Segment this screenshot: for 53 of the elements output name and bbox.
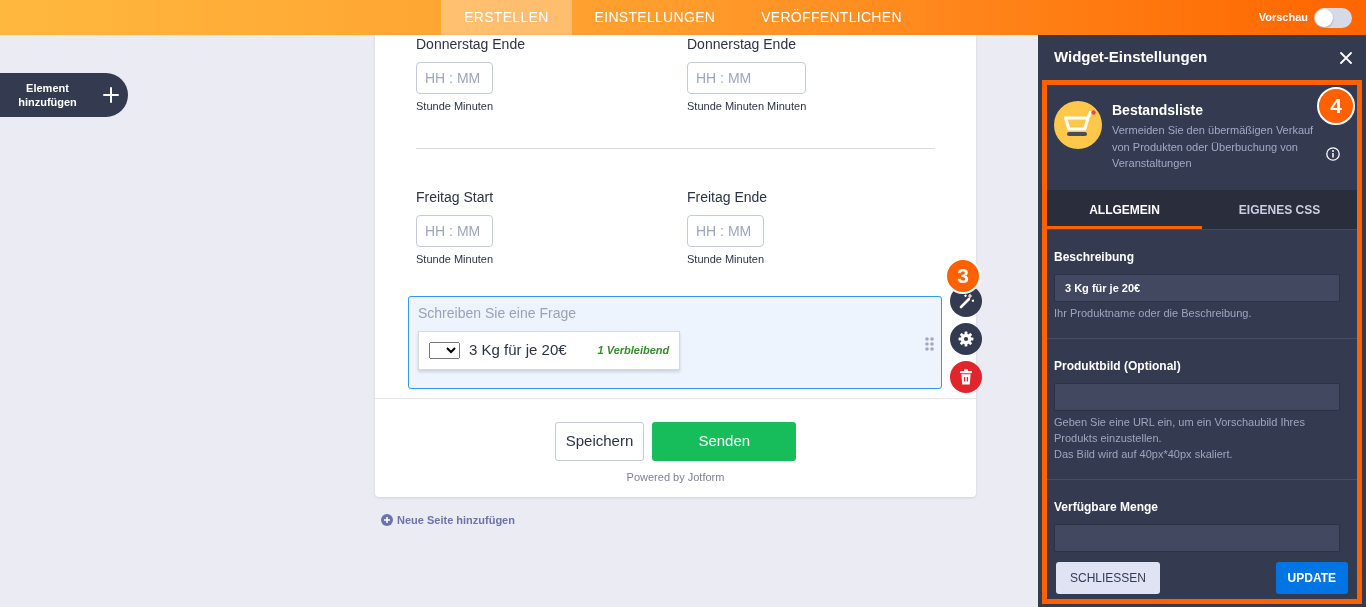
plus-circle-icon: [381, 514, 393, 526]
setting-label: Verfügbare Menge: [1054, 500, 1160, 514]
cart-icon: [1054, 101, 1102, 149]
question-block[interactable]: Schreiben Sie eine Frage 3 Kg für je 20€ 1 Verbleibend: [408, 296, 942, 389]
panel-tab[interactable]: EIGENES CSS: [1202, 190, 1357, 229]
add-page-link[interactable]: Neue Seite hinzufügen: [381, 513, 515, 527]
wand-icon: [958, 293, 974, 309]
preview-toggle[interactable]: [1314, 7, 1352, 28]
field-label: Freitag Ende: [687, 189, 769, 205]
field-sublabel: Stunde Minuten: [687, 253, 765, 266]
setting-input[interactable]: [1054, 383, 1340, 411]
panel-tab[interactable]: ALLGEMEIN: [1047, 190, 1202, 229]
time-input[interactable]: HH : MM: [416, 215, 494, 247]
close-panel-button[interactable]: SCHLIESSEN: [1056, 562, 1161, 594]
time-input[interactable]: HH : MM: [416, 62, 494, 94]
setting-label: Produktbild (Optional): [1054, 359, 1182, 373]
quantity-select[interactable]: [429, 342, 460, 359]
field-sublabel: Stunde Minuten: [416, 100, 494, 113]
widget-description: Vermeiden Sie den übermäßigen Verkauf von Produkten oder Überbuchung von Veranstaltungen: [1112, 123, 1315, 171]
setting-input[interactable]: 3 Kg für je 20€: [1054, 274, 1340, 302]
step-badge: 4: [1317, 87, 1355, 125]
field-sublabel: Stunde Minuten Minuten: [687, 100, 807, 113]
product-name: 3 Kg für je 20€: [469, 340, 567, 361]
gear-icon: [958, 331, 974, 347]
setting-input[interactable]: [1054, 524, 1340, 552]
plus-icon: [103, 87, 119, 103]
field-label: Donnerstag Ende: [687, 36, 797, 52]
setting-help: Das Bild wird auf 40px*40px skaliert.: [1054, 447, 1234, 462]
settings-button[interactable]: [950, 323, 982, 355]
update-button[interactable]: UPDATE: [1275, 562, 1348, 594]
drag-handle-icon: [925, 337, 934, 351]
remaining-count: 1 Verbleibend: [597, 343, 670, 359]
question-input[interactable]: Schreiben Sie eine Frage: [418, 304, 718, 322]
widget-name: Bestandsliste: [1112, 101, 1205, 119]
close-button[interactable]: [1340, 51, 1352, 64]
step-badge: 3: [945, 258, 981, 294]
add-element-button[interactable]: Element hinzufügen: [0, 73, 128, 117]
save-button[interactable]: Speichern: [554, 422, 645, 461]
trash-icon: [959, 369, 973, 385]
info-icon: [1326, 147, 1340, 161]
setting-help: Geben Sie eine URL ein, um ein Vorschaubild Ihres Produkts einzustellen.: [1054, 415, 1306, 446]
preview-label: Vorschau: [1258, 10, 1308, 26]
field-sublabel: Stunde Minuten: [416, 253, 494, 266]
time-input[interactable]: HH : MM: [687, 215, 765, 247]
panel-title: Widget-Einstellungen: [1054, 47, 1208, 68]
delete-button[interactable]: [950, 361, 982, 393]
close-icon: [1340, 51, 1352, 64]
powered-by-text: Powered by Jotform: [626, 471, 725, 484]
setting-help: Ihr Produktname oder die Beschreibung.: [1054, 306, 1253, 321]
field-label: Donnerstag Ende: [416, 36, 526, 52]
setting-label: Beschreibung: [1054, 250, 1135, 264]
time-input[interactable]: HH : MM: [687, 62, 807, 94]
field-label: Freitag Start: [416, 189, 495, 205]
